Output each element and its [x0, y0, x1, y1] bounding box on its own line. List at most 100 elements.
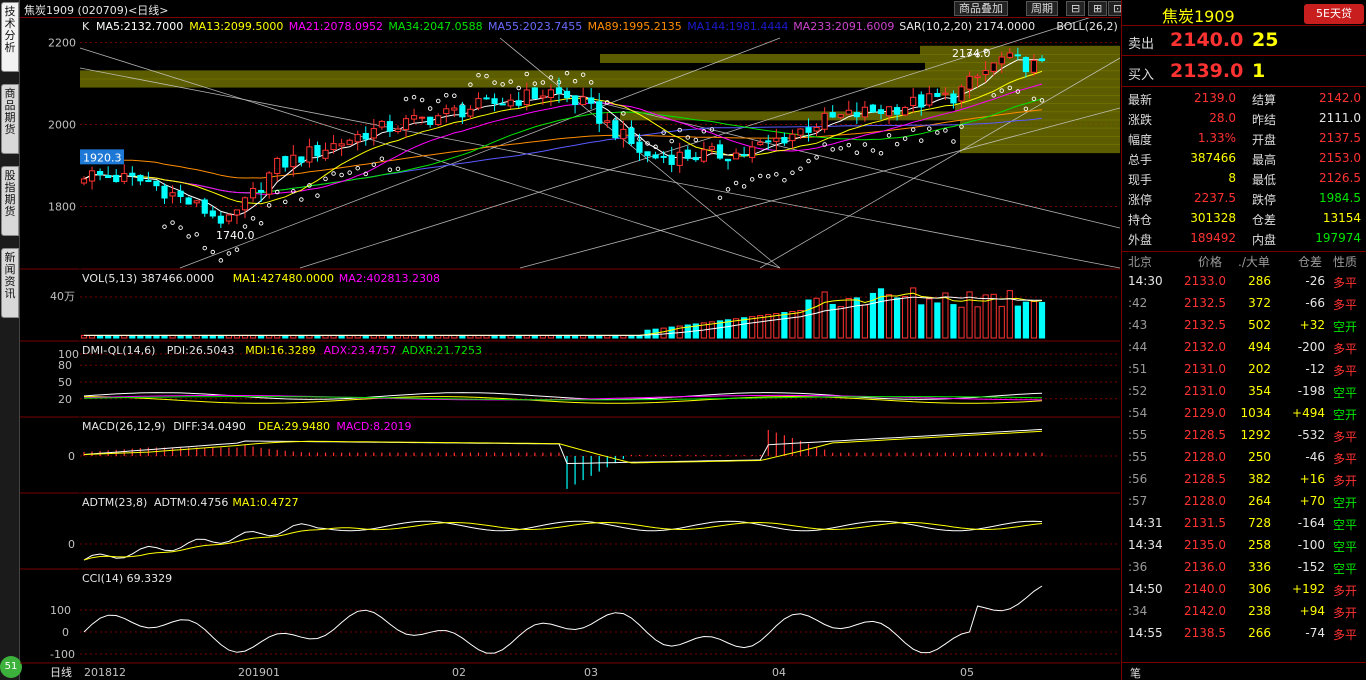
volume-bar	[805, 299, 812, 339]
candle-body	[274, 157, 281, 174]
tick-nature: 空开	[1333, 320, 1358, 334]
volume-bar	[902, 296, 909, 339]
tick-row[interactable]: :54 2129.0 1034 +494 空开	[1122, 402, 1366, 424]
candle-body	[531, 87, 538, 99]
tick-row[interactable]: :57 2128.0 264 +70 空开	[1122, 490, 1366, 512]
quote-value: 387466	[1190, 151, 1236, 165]
chart-area[interactable]: 2200 2000 1800 K MA5:2132.7000 MA13:2099.5000…	[20, 7, 1131, 680]
tick-price: 2129.0	[1184, 406, 1226, 420]
tab-commodity-futures[interactable]: 商品期货	[1, 84, 19, 154]
tick-price: 2138.5	[1184, 626, 1226, 640]
tick-row[interactable]: :55 2128.0 250 -46 多平	[1122, 446, 1366, 468]
y-tick-label: 1800	[48, 201, 76, 214]
volume-bar	[757, 315, 764, 339]
tick-volume: 1292	[1240, 428, 1271, 442]
tick-row[interactable]: 14:55 2138.5 266 -74 多平	[1122, 622, 1366, 644]
chart-canvas[interactable]: 220020001800K MA5:2132.7000 MA13:2099.5000…	[20, 7, 1131, 680]
tick-row[interactable]: 14:31 2131.5 728 -164 空平	[1122, 512, 1366, 534]
cci-y-tick: -100	[50, 648, 75, 661]
candle-body	[97, 170, 104, 176]
candle-body	[950, 93, 957, 104]
tick-time: 14:34	[1128, 538, 1163, 552]
volume-bar	[797, 309, 804, 339]
sar-dot	[951, 139, 956, 144]
candle-body	[394, 128, 402, 133]
volume-bar	[1022, 301, 1029, 339]
tick-tab[interactable]: 笔	[1130, 665, 1141, 680]
sar-dot	[218, 258, 224, 263]
price-tag-label: 1920.3	[83, 151, 122, 164]
period-button[interactable]: 周期	[1026, 1, 1058, 16]
sar-dot	[162, 224, 167, 229]
sar-dot	[194, 232, 199, 237]
candle-body	[370, 128, 377, 139]
tick-nature: 多平	[1333, 452, 1358, 466]
chip-bar	[955, 103, 1120, 113]
tick-row[interactable]: 14:34 2135.0 258 -100 空平	[1122, 534, 1366, 556]
commodity-overlay-button[interactable]: 商品叠加	[954, 1, 1008, 16]
candle-body	[338, 143, 345, 147]
sar-dot	[444, 93, 449, 98]
volume-bar	[998, 305, 1005, 339]
quote-label: 涨停	[1128, 193, 1153, 207]
tick-time: :34	[1128, 604, 1148, 618]
tick-row[interactable]: 14:50 2140.0 306 +192 多开	[1122, 578, 1366, 600]
tick-table-header: 北京 价格 ./大单 仓差 性质	[1122, 251, 1366, 269]
bid-label: 买入	[1128, 68, 1155, 83]
zoom-out-icon[interactable]: ⊟	[1066, 1, 1086, 16]
candle-body	[129, 172, 136, 177]
tick-row[interactable]: :42 2132.5 372 -66 多平	[1122, 292, 1366, 314]
tick-row[interactable]: :56 2128.5 382 +16 多开	[1122, 468, 1366, 490]
tick-open-interest-diff: -532	[1297, 428, 1325, 442]
window-title: 焦炭1909 (020709)<日线>	[24, 4, 169, 17]
tick-nature: 多开	[1333, 606, 1358, 620]
indicator-label: BOLL(26,2) M	[1056, 20, 1120, 33]
macd-indicator-label: DEA:29.9480	[258, 420, 330, 433]
tick-row[interactable]: :43 2132.5 502 +32 空开	[1122, 314, 1366, 336]
tab-news[interactable]: 新闻资讯	[1, 248, 19, 318]
zoom-in-icon[interactable]: ⊞	[1088, 1, 1108, 16]
indicator-label: MA13:2099.5000	[189, 20, 283, 33]
candle-body	[636, 141, 643, 153]
tick-row[interactable]: :51 2131.0 202 -12 多平	[1122, 358, 1366, 380]
chip-bar	[80, 78, 1120, 88]
tick-row[interactable]: :44 2132.0 494 -200 多平	[1122, 336, 1366, 358]
tab-technical-analysis[interactable]: 技术分析	[1, 2, 19, 72]
trend-line	[519, 107, 1121, 269]
volume-bar	[1038, 301, 1046, 339]
quote-label: 幅度	[1128, 133, 1153, 147]
candle-body	[539, 95, 546, 99]
candle-body	[668, 154, 675, 165]
macd-indicator-label: MACD(26,12,9)	[82, 420, 166, 433]
candle-body	[877, 109, 885, 114]
quote-value: 2153.0	[1319, 151, 1361, 165]
sar-dot	[339, 172, 344, 178]
tick-row[interactable]: 14:30 2133.0 286 -26 多平	[1122, 270, 1366, 292]
vol-indicator-label: MA2:402813.2308	[339, 272, 440, 285]
tick-open-interest-diff: -198	[1297, 384, 1325, 398]
tab-index-futures[interactable]: 股指期货	[1, 166, 19, 236]
quote-value: 1.33%	[1197, 131, 1236, 145]
ask-volume: 25	[1252, 29, 1279, 51]
quote-value: 189492	[1190, 231, 1236, 245]
sar-dot	[894, 141, 900, 147]
quote-value: 13154	[1322, 211, 1361, 225]
tick-row[interactable]: :34 2142.0 238 +94 多开	[1122, 600, 1366, 622]
tick-row[interactable]: :52 2131.0 354 -198 空平	[1122, 380, 1366, 402]
tick-volume: 264	[1248, 494, 1271, 508]
tick-row[interactable]: :55 2128.5 1292 -532 多平	[1122, 424, 1366, 446]
quote-label: 昨结	[1252, 113, 1277, 127]
candle-body	[588, 97, 595, 104]
candle-body	[443, 108, 450, 115]
volume-bar	[821, 291, 828, 339]
tick-price: 2128.5	[1184, 428, 1226, 442]
tick-volume: 1034	[1240, 406, 1271, 420]
tick-row[interactable]: :36 2136.0 336 -152 空平	[1122, 556, 1366, 578]
candle-body	[330, 143, 337, 151]
notification-badge[interactable]: 51	[0, 656, 22, 678]
tick-time: :55	[1128, 450, 1148, 464]
dmi-indicator-label: PDI:26.5043	[167, 344, 235, 357]
volume-bar	[990, 293, 997, 339]
candle-body	[845, 109, 852, 115]
tick-open-interest-diff: +70	[1299, 494, 1325, 508]
